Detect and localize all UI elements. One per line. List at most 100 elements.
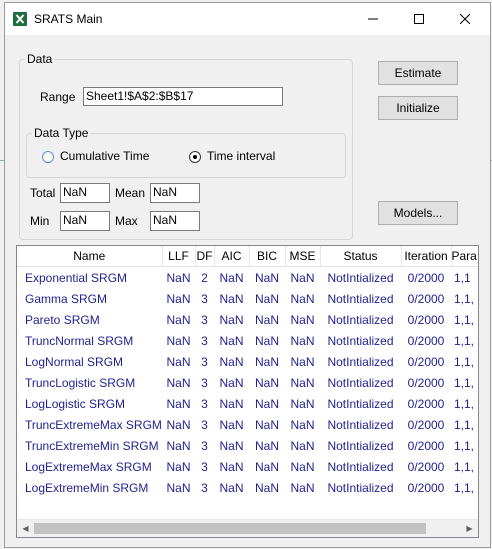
table-cell-para: 1,1,	[454, 333, 475, 348]
table-cell-para: 1,1,	[454, 375, 475, 390]
table-cell-status: NotIntialized	[327, 396, 394, 411]
table-cell-iteration: 0/2000	[407, 438, 445, 453]
column-header-mse[interactable]: MSE	[285, 246, 321, 267]
table-cell-mse: NaN	[290, 333, 315, 348]
table-cell-df: 3	[201, 438, 208, 453]
table-cell-iteration: 0/2000	[407, 480, 445, 495]
table-cell-aic: NaN	[219, 438, 244, 453]
table-row[interactable]: TruncLogistic SRGM NaN 3 NaN NaN NaN NotIntial…	[17, 372, 478, 393]
cumulative-time-radio[interactable]	[42, 151, 54, 163]
table-cell-df: 3	[201, 354, 208, 369]
max-label: Max	[115, 214, 138, 228]
table-cell-llf: NaN	[166, 480, 191, 495]
table-cell-iteration: 0/2000	[407, 291, 445, 306]
table-cell-iteration: 0/2000	[407, 270, 445, 285]
table-row[interactable]: TruncExtremeMin SRGM NaN 3 NaN NaN NaN NotInti…	[17, 435, 478, 456]
table-cell-llf: NaN	[166, 375, 191, 390]
table-cell-mse: NaN	[290, 375, 315, 390]
table-cell-df: 3	[201, 312, 208, 327]
table-cell-iteration: 0/2000	[407, 396, 445, 411]
table-cell-status: NotIntialized	[327, 438, 394, 453]
maximize-button[interactable]	[396, 3, 442, 35]
column-header-llf[interactable]: LLF	[162, 246, 196, 267]
minimize-button[interactable]	[350, 3, 396, 35]
column-header-name[interactable]: Name	[17, 246, 163, 267]
table-cell-bic: NaN	[254, 312, 279, 327]
column-header-para[interactable]: Para	[451, 246, 478, 267]
table-cell-llf: NaN	[166, 270, 191, 285]
table-cell-llf: NaN	[166, 333, 191, 348]
scroll-left-arrow-icon[interactable]: ◀	[17, 520, 34, 537]
window-title: SRATS Main	[34, 12, 103, 26]
table-row[interactable]: LogExtremeMin SRGM NaN 3 NaN NaN NaN NotIntial…	[17, 477, 478, 498]
title-bar[interactable]: SRATS Main	[5, 3, 490, 35]
total-label: Total	[30, 186, 56, 200]
table-cell-name: LogNormal SRGM	[25, 354, 124, 369]
table-cell-mse: NaN	[290, 480, 315, 495]
scroll-right-arrow-icon[interactable]: ▶	[461, 520, 478, 537]
table-cell-name: Gamma SRGM	[25, 291, 108, 306]
min-value: NaN	[60, 211, 110, 231]
table-cell-status: NotIntialized	[327, 375, 394, 390]
table-cell-name: LogExtremeMax SRGM	[25, 459, 152, 474]
table-cell-bic: NaN	[254, 396, 279, 411]
range-input[interactable]: Sheet1!$A$2:$B$17	[83, 87, 283, 106]
column-header-status[interactable]: Status	[320, 246, 402, 267]
table-cell-aic: NaN	[219, 459, 244, 474]
table-cell-para: 1,1,	[454, 354, 475, 369]
table-cell-para: 1,1,	[454, 480, 475, 495]
models-button[interactable]: Models...	[378, 201, 458, 225]
table-header: Name LLF DF AIC BIC MSE Status Iteration Para	[17, 246, 478, 267]
table-row[interactable]: LogLogistic SRGM NaN 3 NaN NaN NaN NotIntializ…	[17, 393, 478, 414]
column-header-iteration[interactable]: Iteration	[401, 246, 452, 267]
column-header-bic[interactable]: BIC	[249, 246, 286, 267]
table-cell-bic: NaN	[254, 354, 279, 369]
cumulative-time-label[interactable]: Cumulative Time	[60, 149, 149, 163]
table-body: Exponential SRGM NaN 2 NaN NaN NaN NotIntializ…	[17, 267, 478, 499]
table-cell-para: 1,1,	[454, 417, 475, 432]
table-cell-status: NotIntialized	[327, 291, 394, 306]
table-cell-name: Exponential SRGM	[25, 270, 128, 285]
table-cell-aic: NaN	[219, 396, 244, 411]
estimate-button[interactable]: Estimate	[378, 61, 458, 85]
table-cell-para: 1,1,	[454, 396, 475, 411]
table-cell-status: NotIntialized	[327, 333, 394, 348]
scrollbar-thumb[interactable]	[34, 523, 426, 534]
table-cell-name: Pareto SRGM	[25, 312, 100, 327]
table-cell-bic: NaN	[254, 270, 279, 285]
horizontal-scrollbar[interactable]: ◀ ▶	[17, 519, 478, 537]
table-row[interactable]: LogNormal SRGM NaN 3 NaN NaN NaN NotIntialized…	[17, 351, 478, 372]
table-row[interactable]: TruncNormal SRGM NaN 3 NaN NaN NaN NotIntializ…	[17, 330, 478, 351]
table-cell-iteration: 0/2000	[407, 375, 445, 390]
table-cell-df: 3	[201, 291, 208, 306]
table-row[interactable]: LogExtremeMax SRGM NaN 3 NaN NaN NaN NotIntial…	[17, 456, 478, 477]
table-row[interactable]: Exponential SRGM NaN 2 NaN NaN NaN NotIntializ…	[17, 267, 478, 289]
time-interval-radio[interactable]	[189, 151, 201, 163]
column-header-df[interactable]: DF	[195, 246, 215, 267]
column-header-aic[interactable]: AIC	[214, 246, 250, 267]
table-cell-mse: NaN	[290, 270, 315, 285]
table-cell-mse: NaN	[290, 291, 315, 306]
table-cell-df: 2	[201, 270, 208, 285]
total-value: NaN	[60, 183, 110, 203]
table-cell-name: TruncExtremeMin SRGM	[25, 438, 159, 453]
initialize-button[interactable]: Initialize	[378, 96, 458, 120]
table-cell-mse: NaN	[290, 354, 315, 369]
table-cell-status: NotIntialized	[327, 354, 394, 369]
table-cell-status: NotIntialized	[327, 270, 394, 285]
minimize-icon	[368, 18, 378, 20]
maximize-icon	[414, 14, 424, 24]
table-row[interactable]: Gamma SRGM NaN 3 NaN NaN NaN NotIntialized 0/20…	[17, 288, 478, 309]
close-button[interactable]	[442, 3, 488, 35]
time-interval-label[interactable]: Time interval	[207, 149, 275, 163]
table-cell-iteration: 0/2000	[407, 354, 445, 369]
table-cell-name: TruncExtremeMax SRGM	[25, 417, 162, 432]
table-cell-para: 1,1,	[454, 459, 475, 474]
radio-selected-dot	[193, 155, 197, 159]
table-row[interactable]: Pareto SRGM NaN 3 NaN NaN NaN NotIntialized 0/2…	[17, 309, 478, 330]
table-row[interactable]: TruncExtremeMax SRGM NaN 3 NaN NaN NaN NotInti…	[17, 414, 478, 435]
table-cell-name: LogExtremeMin SRGM	[25, 480, 149, 495]
table-cell-aic: NaN	[219, 312, 244, 327]
model-table[interactable]: Name LLF DF AIC BIC MSE Status Iteration Para Ex…	[16, 245, 479, 538]
mean-label: Mean	[115, 186, 146, 200]
